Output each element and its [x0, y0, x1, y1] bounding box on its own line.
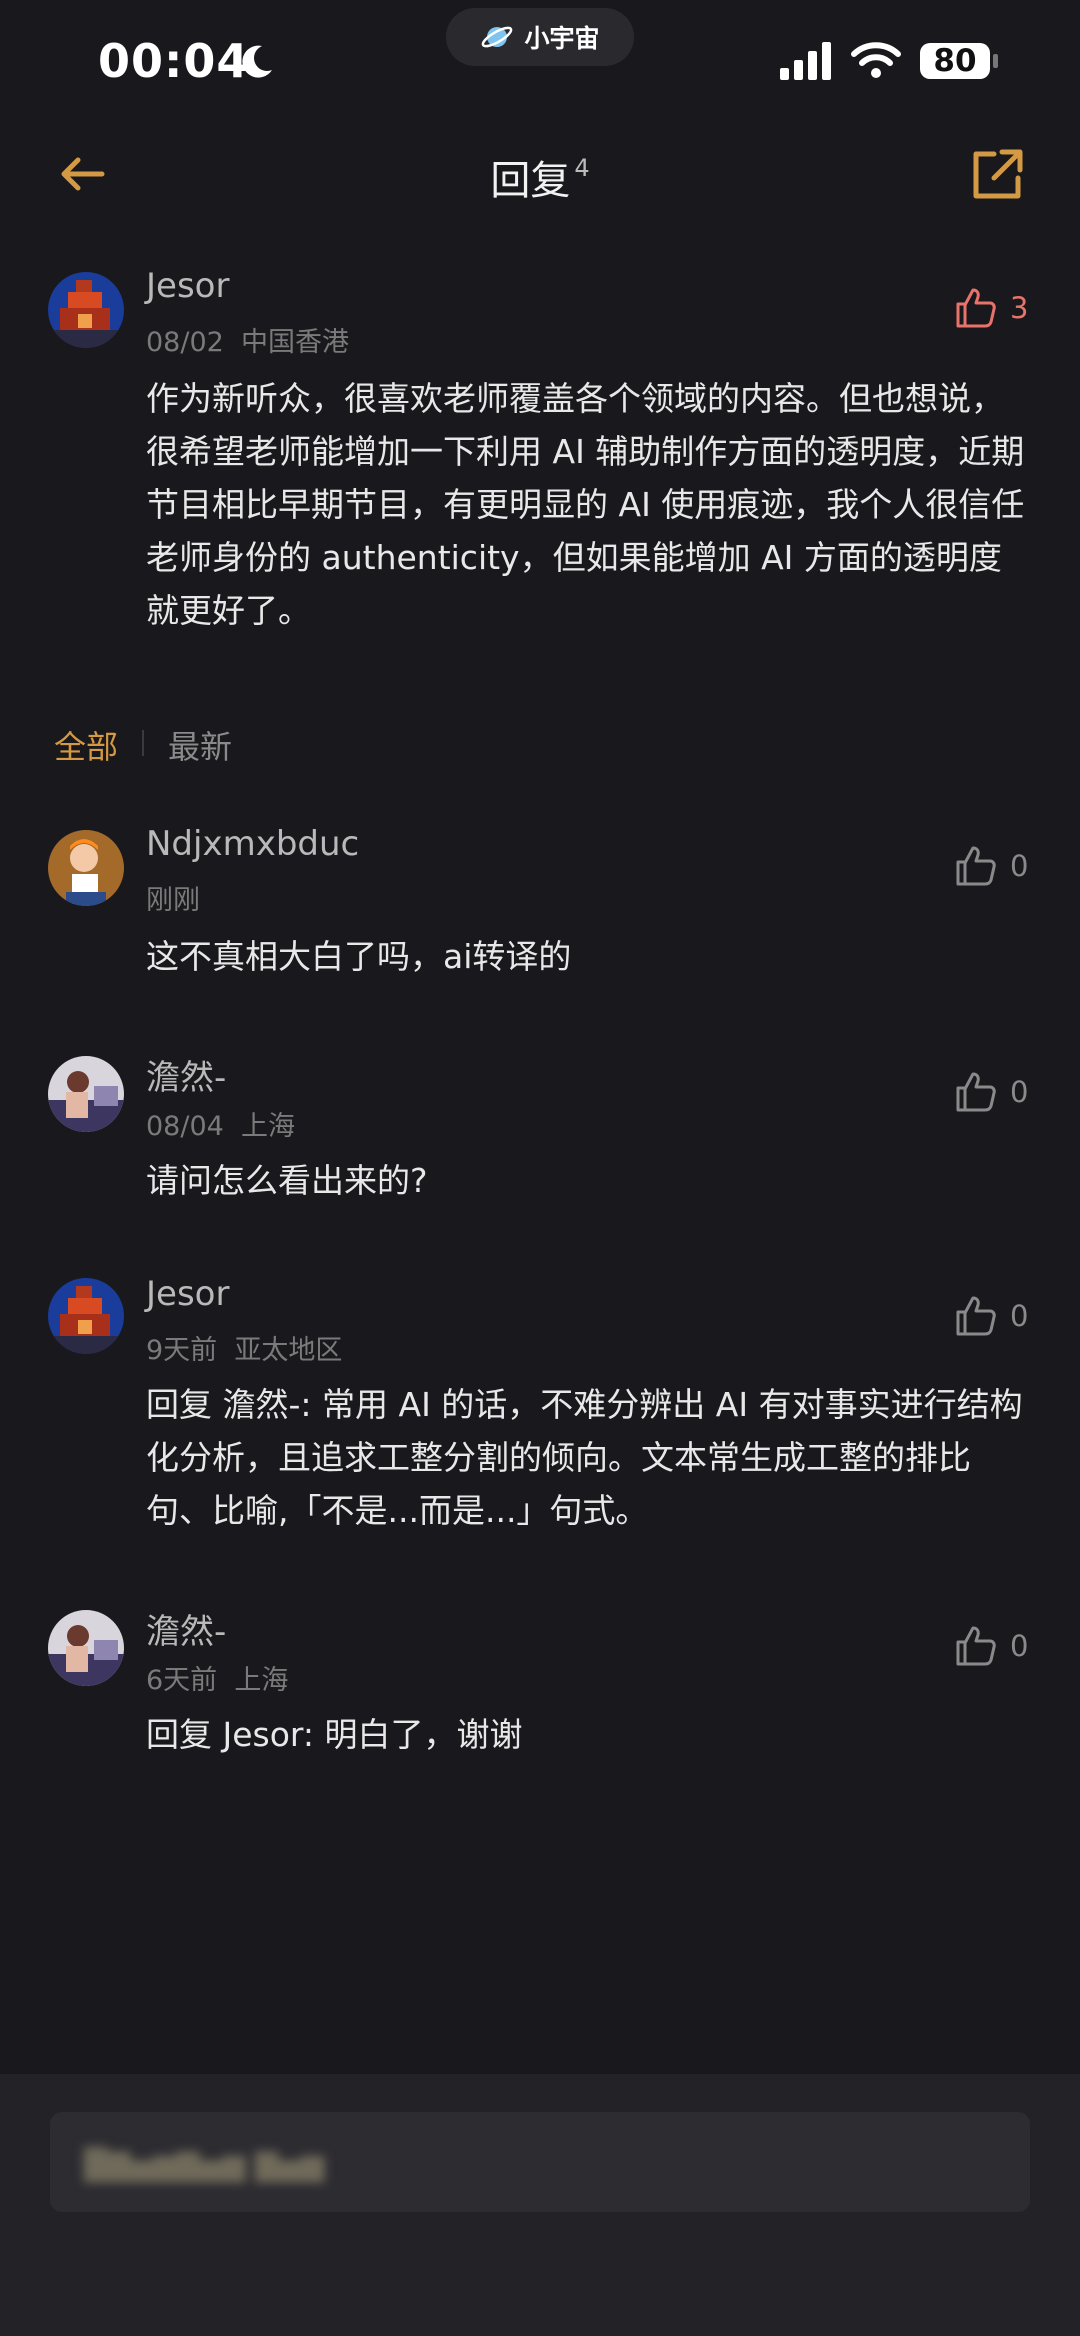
- thumbs-up-icon: [956, 288, 996, 328]
- page-title: 回复 4: [440, 148, 640, 206]
- app-pill[interactable]: 小宇宙: [446, 8, 634, 66]
- comment-text: 回复 澹然-: 常用 AI 的话，不难分辨出 AI 有对事实进行结构化分析，且追…: [146, 1385, 1023, 1530]
- tab-divider: [142, 730, 144, 756]
- comment-username[interactable]: 澹然-: [146, 1050, 226, 1099]
- comment-date: 6天前: [146, 1665, 218, 1696]
- avatar[interactable]: [48, 272, 124, 348]
- reply-input-placeholder-blurred: █▇▅▆▇▅▆ ▇▅▆: [84, 2148, 325, 2183]
- avatar[interactable]: [48, 830, 124, 906]
- avatar-cartoon-image: [48, 830, 124, 906]
- thumbs-up-icon: [956, 846, 996, 886]
- comment-meta: 9天前 亚太地区: [146, 1328, 342, 1367]
- comment-location: 亚太地区: [234, 1335, 343, 1366]
- like-count: 0: [1010, 849, 1029, 883]
- battery-level: 80: [933, 43, 977, 79]
- tab-latest[interactable]: 最新: [168, 722, 232, 768]
- like-button[interactable]: 3: [954, 286, 1028, 330]
- like-count: 3: [1010, 291, 1029, 325]
- comment-username[interactable]: Ndjxmxbduc: [146, 824, 359, 864]
- planet-icon: [482, 26, 513, 48]
- like-button[interactable]: 0: [954, 1624, 1028, 1668]
- comment-username[interactable]: Jesor: [146, 266, 229, 306]
- comment-text: 回复 Jesor: 明白了，谢谢: [146, 1715, 523, 1754]
- like-count: 0: [1010, 1299, 1029, 1333]
- comment-text: 这不真相大白了吗，ai转译的: [146, 937, 572, 976]
- comment-location: 上海: [234, 1665, 289, 1696]
- avatar-photo-image: [48, 1056, 124, 1132]
- comment-date: 9天前: [146, 1335, 218, 1366]
- thumbs-up-icon: [956, 1626, 996, 1666]
- share-icon[interactable]: [968, 146, 1026, 204]
- comment-date: 08/02: [146, 327, 224, 358]
- comment-meta: 08/04 上海: [146, 1104, 295, 1143]
- like-button[interactable]: 0: [954, 1070, 1028, 1114]
- reply-count: 4: [574, 154, 590, 182]
- comment-meta: 08/02 中国香港: [146, 320, 349, 359]
- tab-all[interactable]: 全部: [54, 722, 118, 768]
- back-arrow-icon[interactable]: [54, 146, 110, 202]
- comment-meta: 刚刚: [146, 878, 200, 917]
- avatar-jesor-image: [48, 272, 124, 348]
- comment-meta: 6天前 上海: [146, 1658, 288, 1697]
- comment-username[interactable]: 澹然-: [146, 1604, 226, 1653]
- avatar[interactable]: [48, 1278, 124, 1354]
- like-button[interactable]: 0: [954, 844, 1028, 888]
- status-time: 00:04: [98, 34, 250, 88]
- like-button[interactable]: 0: [954, 1294, 1028, 1338]
- avatar-jesor-image: [48, 1278, 124, 1354]
- avatar-photo-image: [48, 1610, 124, 1686]
- comment-text: 作为新听众，很喜欢老师覆盖各个领域的内容。但也想说，很希望老师能增加一下利用 A…: [146, 379, 1025, 630]
- comment-location: 上海: [240, 1111, 295, 1142]
- thumbs-up-icon: [956, 1296, 996, 1336]
- moon-icon: [242, 45, 272, 78]
- like-count: 0: [1010, 1075, 1029, 1109]
- comment-location: 中国香港: [240, 327, 349, 358]
- avatar[interactable]: [48, 1610, 124, 1686]
- comment-date: 08/04: [146, 1111, 224, 1142]
- comment-date: 刚刚: [146, 885, 200, 916]
- thumbs-up-icon: [956, 1072, 996, 1112]
- avatar[interactable]: [48, 1056, 124, 1132]
- app-pill-label: 小宇宙: [524, 24, 600, 53]
- comment-text: 请问怎么看出来的?: [146, 1161, 428, 1200]
- page-title-text: 回复: [490, 158, 571, 204]
- like-count: 0: [1010, 1629, 1029, 1663]
- comment-username[interactable]: Jesor: [146, 1274, 229, 1314]
- wifi-icon: [851, 42, 901, 78]
- cellular-signal-icon: [780, 42, 831, 80]
